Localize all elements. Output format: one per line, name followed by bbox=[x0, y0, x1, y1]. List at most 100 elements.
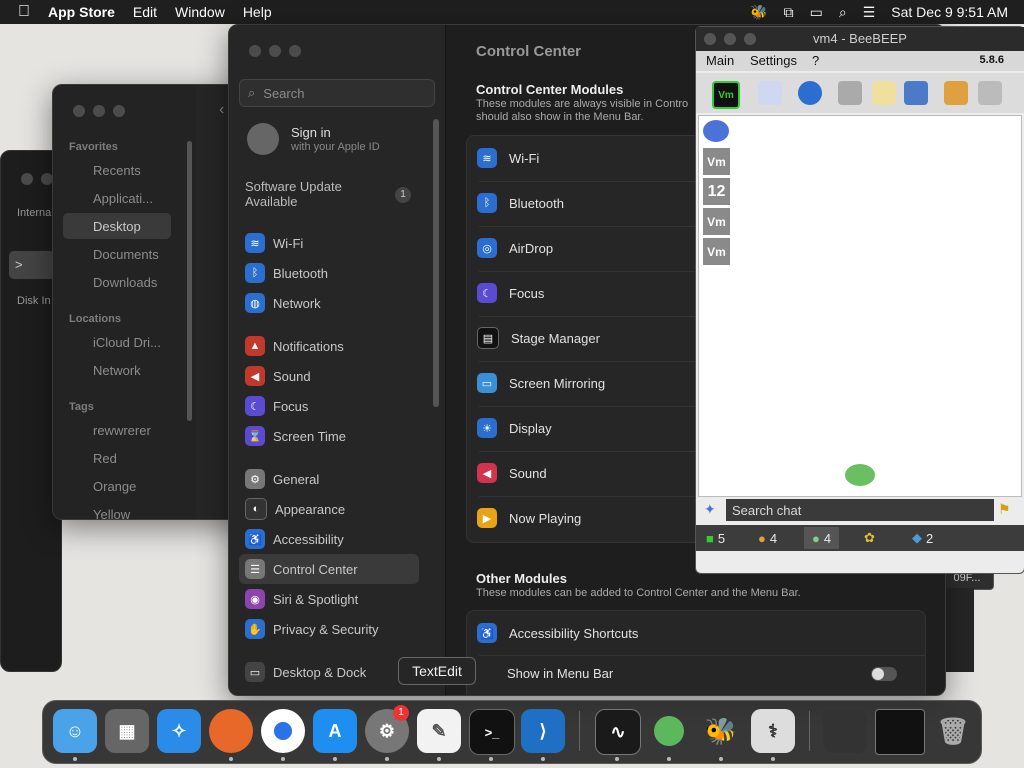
beebeep-menu-help[interactable]: ? bbox=[812, 53, 819, 68]
module-row-accessibility-shortcuts[interactable]: ♿ Accessibility Shortcuts bbox=[477, 611, 638, 655]
broom-icon[interactable]: ⚑ bbox=[998, 501, 1011, 518]
bee-status-icon[interactable]: 🐝 bbox=[750, 4, 767, 21]
finder-item-downloads[interactable]: Downloads bbox=[93, 275, 157, 290]
status-user-icon[interactable]: Vm bbox=[712, 81, 740, 109]
sidebar-item-appearance[interactable]: ◐ Appearance bbox=[245, 496, 345, 522]
terminal-icon[interactable]: >_ bbox=[469, 709, 515, 755]
sidebar-item-sound[interactable]: ◀ Sound bbox=[245, 363, 311, 389]
trash-icon[interactable] bbox=[978, 81, 1002, 105]
user-badge[interactable]: Vm bbox=[703, 208, 730, 235]
finder-item-icloud[interactable]: iCloud Dri... bbox=[93, 335, 161, 350]
activity-monitor-icon[interactable]: ∿ bbox=[595, 709, 641, 755]
sidebar-item-desktop-dock[interactable]: ▭ Desktop & Dock bbox=[245, 659, 366, 685]
safari-icon[interactable]: ✧ bbox=[157, 709, 201, 753]
sidebar-scrollbar[interactable] bbox=[433, 119, 439, 407]
window-icon[interactable]: ▭ bbox=[810, 4, 823, 21]
module-row-wifi[interactable]: ≋ Wi-Fi bbox=[477, 136, 539, 180]
potion-icon[interactable] bbox=[647, 709, 691, 753]
sidebar-item-siri[interactable]: ◉ Siri & Spotlight bbox=[245, 586, 358, 612]
tab-users[interactable]: ■ 5 bbox=[706, 527, 725, 549]
menu-app-name[interactable]: App Store bbox=[48, 4, 115, 20]
puzzle-icon[interactable]: ✦ bbox=[704, 501, 716, 518]
sidebar-item-focus[interactable]: ☾ Focus bbox=[245, 393, 308, 419]
user-badge[interactable]: 12 bbox=[703, 178, 730, 205]
software-update-label[interactable]: Software Update Available bbox=[245, 179, 365, 209]
module-row-now-playing[interactable]: ▶ Now Playing bbox=[477, 496, 581, 540]
firefox-icon[interactable] bbox=[209, 709, 253, 753]
tab-groups[interactable]: ● 4 bbox=[758, 527, 777, 549]
sidebar-item-network[interactable]: ◍ Network bbox=[245, 290, 321, 316]
user-badge[interactable]: Vm bbox=[703, 148, 730, 175]
settings-search-field[interactable]: ⌕ Search bbox=[239, 79, 435, 107]
finder-scrollbar[interactable] bbox=[187, 141, 192, 421]
menu-edit[interactable]: Edit bbox=[133, 4, 157, 20]
tab-count: 5 bbox=[717, 530, 726, 546]
beebeep-menu-main[interactable]: Main bbox=[706, 53, 734, 68]
chat-bubble-icon[interactable] bbox=[703, 120, 729, 142]
folder-icon[interactable] bbox=[838, 81, 862, 105]
tab-log[interactable]: ◆ 2 bbox=[912, 527, 933, 549]
beebeep-search-chat[interactable]: Search chat bbox=[726, 499, 994, 521]
tab-shares[interactable]: ✿ bbox=[864, 527, 879, 549]
search-icon[interactable]: ⌕ bbox=[839, 4, 847, 21]
textedit-icon[interactable]: ✎ bbox=[417, 709, 461, 753]
finder-item-recents[interactable]: Recents bbox=[93, 163, 141, 178]
module-row-stage-manager[interactable]: ▤ Stage Manager bbox=[477, 316, 600, 360]
sidebar-item-bluetooth[interactable]: ᛒ Bluetooth bbox=[245, 260, 328, 286]
menu-clock[interactable]: Sat Dec 9 9:51 AM bbox=[891, 4, 1008, 20]
module-row-screen-mirroring[interactable]: ▭ Screen Mirroring bbox=[477, 361, 605, 405]
satellite-icon[interactable] bbox=[904, 81, 928, 105]
module-row-airdrop[interactable]: ◎ AirDrop bbox=[477, 226, 553, 270]
finder-item-desktop[interactable]: Desktop bbox=[93, 219, 141, 234]
finder-item-applications[interactable]: Applicati... bbox=[93, 191, 153, 206]
sidebar-item-notifications[interactable]: ▲ Notifications bbox=[245, 333, 344, 359]
menu-window[interactable]: Window bbox=[175, 4, 225, 20]
finder-tag-rewwrerer[interactable]: rewwrerer bbox=[93, 423, 151, 438]
finder-item-network[interactable]: Network bbox=[93, 363, 141, 378]
beebeep-dock-icon[interactable]: 🐝 bbox=[699, 709, 743, 753]
module-row-focus[interactable]: ☾ Focus bbox=[477, 271, 544, 315]
edit-profile-icon[interactable] bbox=[758, 81, 782, 105]
finder-tag-orange[interactable]: Orange bbox=[93, 479, 136, 494]
downloads-stack-icon[interactable] bbox=[823, 709, 867, 753]
finder-icon[interactable]: ☺ bbox=[53, 709, 97, 753]
user-badge[interactable]: Vm bbox=[703, 238, 730, 265]
siri-icon: ◉ bbox=[245, 589, 265, 609]
finder-tag-red[interactable]: Red bbox=[93, 451, 117, 466]
finder-item-documents[interactable]: Documents bbox=[93, 247, 159, 262]
vscode-icon[interactable]: ⟩ bbox=[521, 709, 565, 753]
sidebar-item-privacy[interactable]: ✋ Privacy & Security bbox=[245, 616, 378, 642]
sidebar-item-screen-time[interactable]: ⌛ Screen Time bbox=[245, 423, 346, 449]
bell-icon: ▲ bbox=[245, 336, 265, 356]
finder-tag-yellow[interactable]: Yellow bbox=[93, 507, 130, 519]
disclosure-chevron-icon[interactable]: > bbox=[9, 251, 55, 279]
screen-share-icon[interactable]: ⧉ bbox=[784, 4, 794, 21]
sidebar-item-control-center[interactable]: ☰ Control Center bbox=[245, 556, 358, 582]
avatar[interactable] bbox=[247, 123, 279, 155]
beebeep-menu-settings[interactable]: Settings bbox=[750, 53, 797, 68]
launchpad-icon[interactable]: ▦ bbox=[105, 709, 149, 753]
trash-icon[interactable]: 🗑 bbox=[931, 709, 975, 753]
show-in-menubar-toggle[interactable] bbox=[871, 667, 897, 681]
tab-chats[interactable]: ● 4 bbox=[804, 527, 840, 549]
search-icon: ⌕ bbox=[248, 85, 256, 100]
chrome-icon[interactable] bbox=[261, 709, 305, 753]
app-store-icon[interactable]: A bbox=[313, 709, 357, 753]
sidebar-item-general[interactable]: ⚙ General bbox=[245, 466, 319, 492]
apple-icon[interactable]:  bbox=[18, 3, 30, 21]
disk-utility-icon[interactable]: ⚕ bbox=[751, 709, 795, 753]
control-center-icon[interactable]: ☰ bbox=[863, 4, 876, 21]
module-row-display[interactable]: ☀ Display bbox=[477, 406, 552, 450]
window-thumbnail-icon[interactable] bbox=[875, 709, 925, 755]
menu-help[interactable]: Help bbox=[243, 4, 272, 20]
sidebar-item-wifi[interactable]: ≋ Wi-Fi bbox=[245, 230, 303, 256]
message-icon[interactable] bbox=[872, 81, 896, 105]
module-row-bluetooth[interactable]: ᛒ Bluetooth bbox=[477, 181, 564, 225]
exit-icon[interactable] bbox=[944, 81, 968, 105]
module-row-sound[interactable]: ◀ Sound bbox=[477, 451, 547, 495]
hourglass-icon: ⌛ bbox=[245, 426, 265, 446]
back-chevron-icon[interactable]: ‹ bbox=[219, 101, 224, 119]
sidebar-item-accessibility[interactable]: ♿ Accessibility bbox=[245, 526, 344, 552]
network-icon[interactable] bbox=[798, 81, 822, 105]
signin-title[interactable]: Sign in bbox=[291, 125, 331, 140]
